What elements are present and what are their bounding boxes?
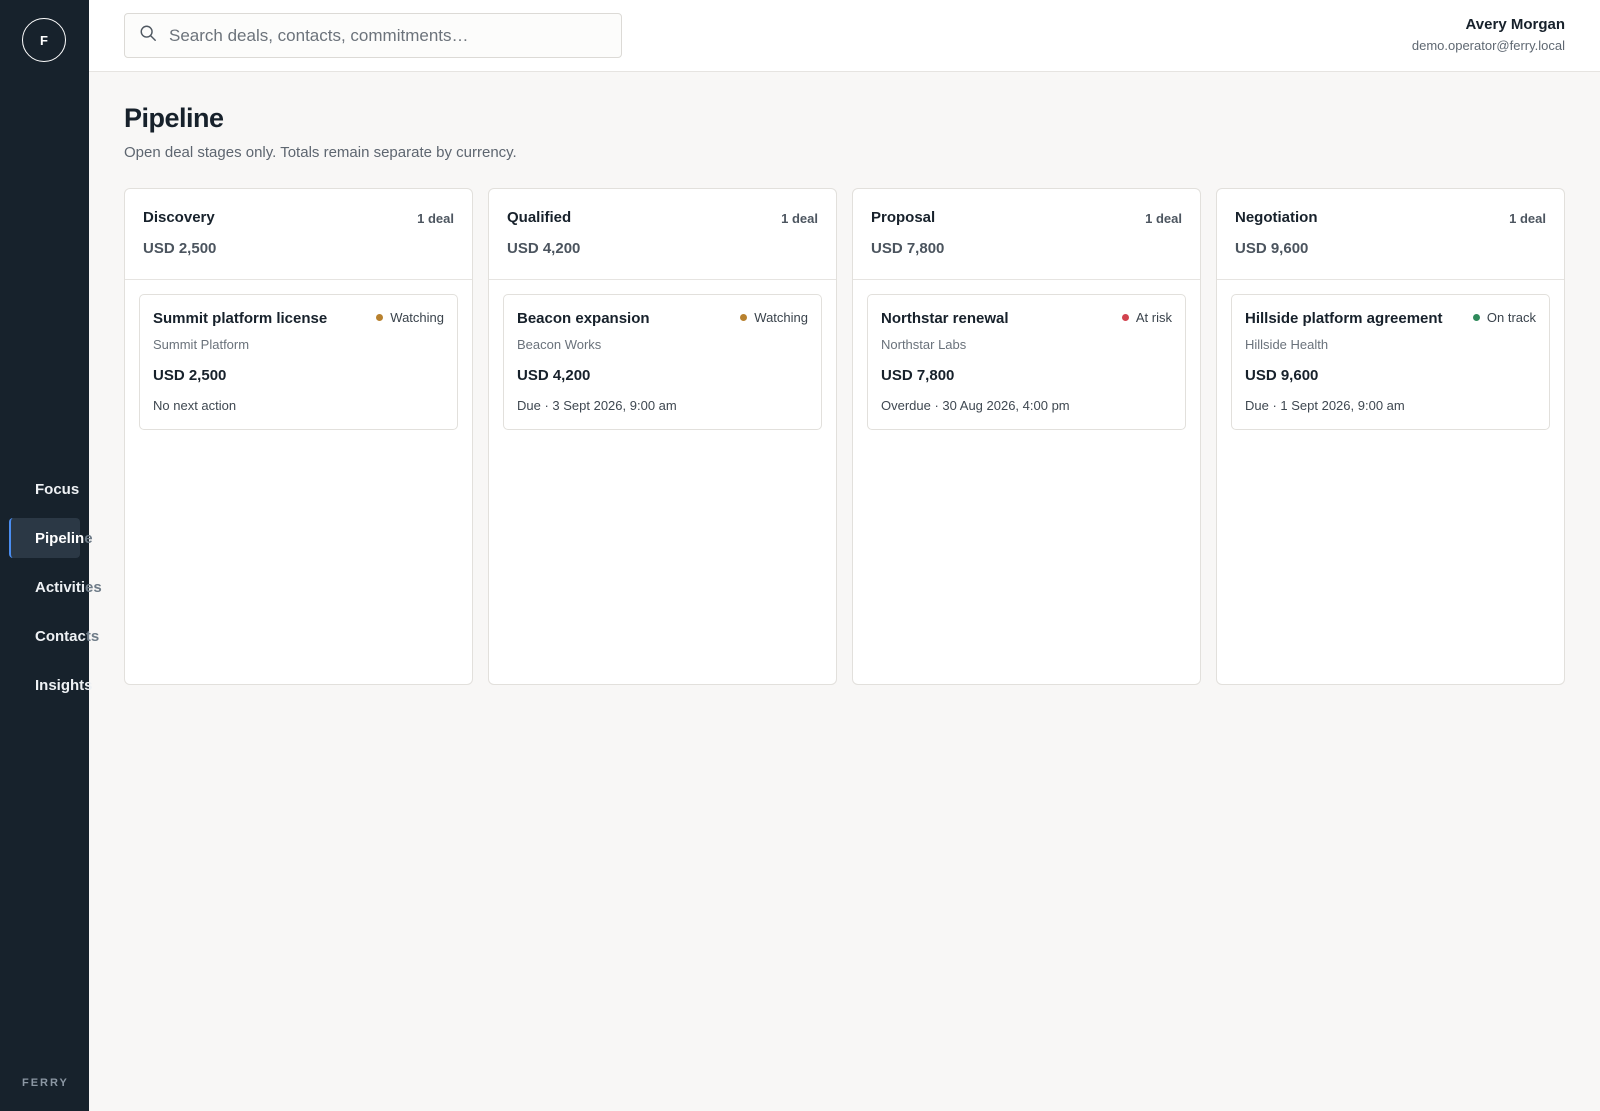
nav-label-text: Activiti — [35, 578, 86, 596]
sidebar-item-label: Activities — [35, 579, 102, 596]
search-icon — [139, 24, 157, 47]
status-badge: Watching — [740, 310, 808, 325]
stage-total: USD 7,800 — [871, 240, 945, 257]
status-label: At risk — [1135, 310, 1172, 325]
stage-name: Proposal — [871, 209, 936, 226]
user-email: demo.operator@ferry.local — [1411, 38, 1565, 53]
pipeline-board: Discovery 1 deal USD 2,500 Summit platfo… — [124, 188, 1565, 685]
status-badge: On track — [1472, 310, 1536, 325]
deal-company: Beacon Works — [517, 337, 602, 352]
status-badge: Watching — [376, 310, 444, 325]
stage-total: USD 2,500 — [143, 240, 217, 257]
stage-column-qualified: Qualified 1 deal USD 4,200 Beacon expans… — [488, 188, 837, 685]
stage-name: Qualified — [507, 209, 572, 226]
status-dot-icon — [740, 314, 748, 321]
search-input[interactable] — [169, 25, 609, 46]
deal-card[interactable]: Beacon expansion Watching Beacon Works U… — [503, 294, 822, 430]
sidebar-item-focus[interactable]: Focus — [0, 469, 120, 509]
deal-next-action: No next action — [153, 398, 237, 413]
status-dot-icon — [1121, 314, 1129, 321]
sidebar-item-insights[interactable]: Insights — [0, 665, 120, 705]
sidebar-item-label: Contacts — [35, 628, 99, 645]
stage-name: Discovery — [143, 209, 215, 226]
sidebar: F Focus Pipeline Activities Contacts Ins… — [0, 0, 102, 1111]
stage-deal-count: 1 deal — [781, 211, 818, 226]
sidebar-item-contacts[interactable]: Contacts — [0, 616, 120, 656]
deal-company: Northstar Labs — [881, 337, 967, 352]
stage-column-discovery: Discovery 1 deal USD 2,500 Summit platfo… — [124, 188, 473, 685]
stage-deal-count: 1 deal — [1509, 211, 1546, 226]
stage-deal-count: 1 deal — [1145, 211, 1182, 226]
deal-card[interactable]: Hillside platform agreement On track Hil… — [1231, 294, 1550, 430]
nav-label-text: Pipelin — [35, 529, 85, 547]
nav-label-text: Insights — [35, 676, 93, 694]
topbar: Avery Morgan demo.operator@ferry.local — [89, 0, 1600, 72]
nav-label-text: Focus — [35, 480, 80, 498]
search-box[interactable] — [124, 13, 622, 58]
status-dot-icon — [1472, 314, 1480, 321]
stage-header: Negotiation 1 deal USD 9,600 — [1217, 189, 1564, 280]
sidebar-item-pipeline[interactable]: Pipeline — [0, 518, 120, 558]
sidebar-item-label: Pipeline — [35, 530, 93, 547]
stage-name: Negotiation — [1235, 209, 1318, 226]
stage-deal-count: 1 deal — [417, 211, 454, 226]
deal-company: Hillside Health — [1245, 337, 1329, 352]
nav-label-overflow: es — [85, 578, 102, 596]
sidebar-item-activities[interactable]: Activities — [0, 567, 120, 607]
deal-amount: USD 2,500 — [153, 367, 227, 384]
sidebar-nav: Focus Pipeline Activities Contacts Insig… — [0, 469, 120, 714]
stage-header: Proposal 1 deal USD 7,800 — [853, 189, 1200, 280]
page-title: Pipeline — [124, 103, 224, 133]
deal-card[interactable]: Summit platform license Watching Summit … — [139, 294, 458, 430]
nav-label-overflow: ts — [85, 627, 100, 645]
brand-wordmark: FERRY — [22, 1077, 69, 1089]
stage-header: Qualified 1 deal USD 4,200 — [489, 189, 836, 280]
deal-amount: USD 9,600 — [1245, 367, 1319, 384]
page-subtitle: Open deal stages only. Totals remain sep… — [124, 144, 517, 161]
sidebar-item-label: Insights — [35, 677, 93, 694]
nav-label-text: Contac — [35, 627, 86, 645]
deal-amount: USD 4,200 — [517, 367, 591, 384]
status-label: Watching — [754, 310, 808, 325]
status-label: On track — [1486, 310, 1536, 325]
deal-company: Summit Platform — [153, 337, 250, 352]
stage-column-negotiation: Negotiation 1 deal USD 9,600 Hillside pl… — [1216, 188, 1565, 685]
user-menu[interactable]: Avery Morgan demo.operator@ferry.local — [1412, 16, 1565, 53]
deal-next-action: Overdue · 30 Aug 2026, 4:00 pm — [881, 398, 1070, 413]
status-dot-icon — [376, 314, 384, 321]
stage-header: Discovery 1 deal USD 2,500 — [125, 189, 472, 280]
sidebar-item-label: Focus — [35, 481, 79, 498]
status-badge: At risk — [1121, 310, 1172, 325]
status-label: Watching — [390, 310, 444, 325]
stage-column-proposal: Proposal 1 deal USD 7,800 Northstar rene… — [852, 188, 1201, 685]
deal-next-action: Due · 1 Sept 2026, 9:00 am — [1245, 398, 1405, 413]
deal-next-action: Due · 3 Sept 2026, 9:00 am — [517, 398, 677, 413]
deal-card[interactable]: Northstar renewal At risk Northstar Labs… — [867, 294, 1186, 430]
deal-amount: USD 7,800 — [881, 367, 955, 384]
stage-total: USD 9,600 — [1235, 240, 1309, 257]
nav-label-overflow: e — [84, 529, 93, 547]
stage-total: USD 4,200 — [507, 240, 581, 257]
user-name: Avery Morgan — [1465, 16, 1565, 33]
app-logo[interactable]: F — [22, 18, 66, 62]
